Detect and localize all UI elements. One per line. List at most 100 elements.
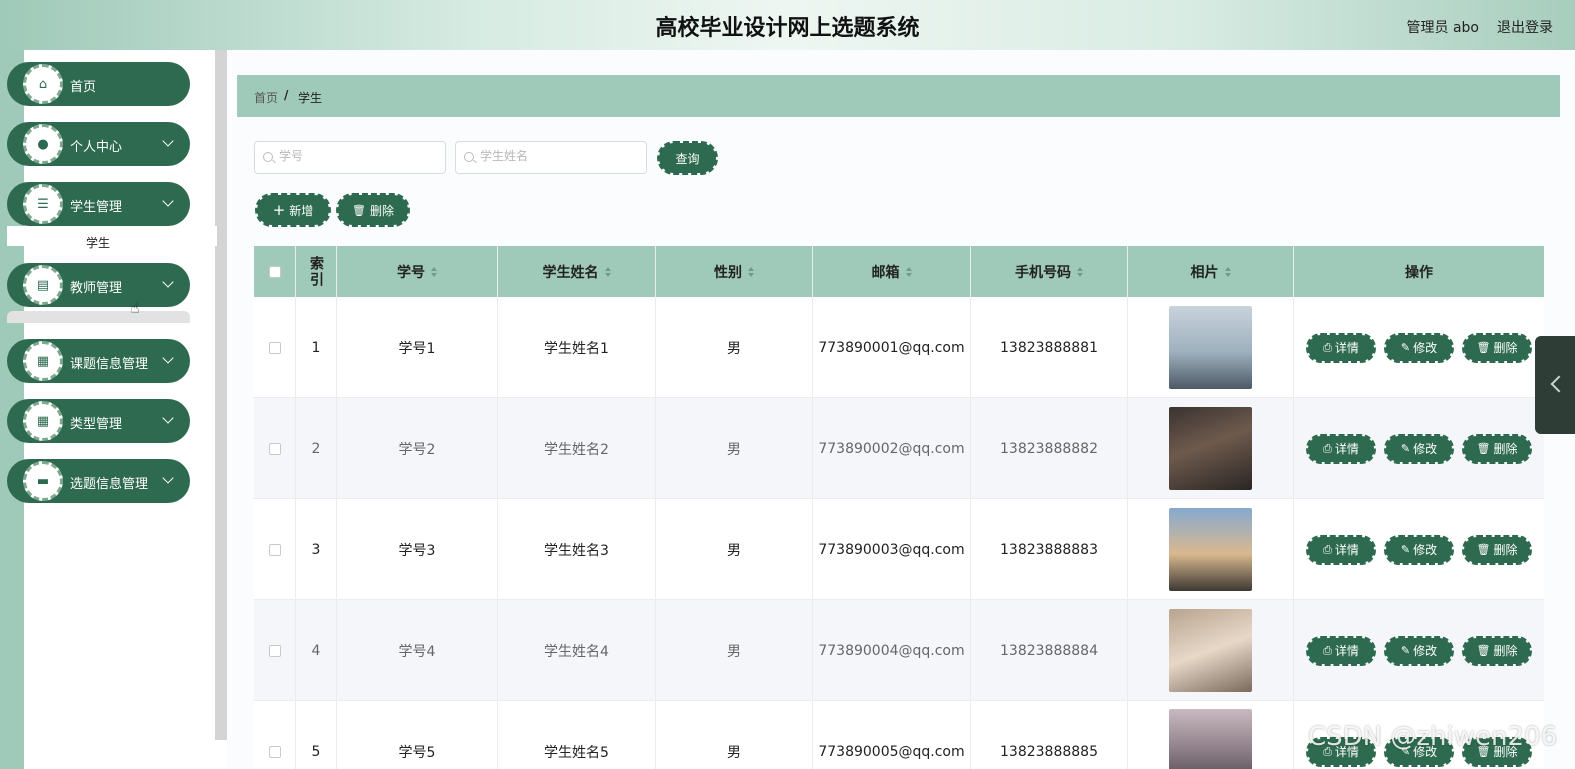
col-gender[interactable]: 性别 <box>656 246 813 297</box>
chevron-down-icon <box>162 472 174 484</box>
col-email[interactable]: 邮箱 <box>813 246 971 297</box>
collapse-handle[interactable] <box>1535 336 1575 434</box>
sidebar-icon-badge: ▦ <box>23 341 63 381</box>
sort-icon[interactable] <box>1077 266 1083 277</box>
col-phone[interactable]: 手机号码 <box>971 246 1128 297</box>
student-photo <box>1169 709 1252 769</box>
row-checkbox[interactable] <box>268 745 281 758</box>
detail-button[interactable]: ⎙ 详情 <box>1306 332 1376 363</box>
col-index: 索引 <box>296 246 337 297</box>
chevron-down-icon <box>162 412 174 424</box>
cell-student-no-value: 学号3 <box>398 542 436 559</box>
sidebar-item[interactable]: ● 个人中心 <box>7 122 190 166</box>
sidebar-item[interactable]: ▦ 类型管理 <box>7 399 190 443</box>
submenu-student[interactable]: 学生 <box>7 226 217 250</box>
current-user: 管理员 abo <box>1406 20 1479 36</box>
actions-cell: ⎙ 详情 ✎ 修改 🗑 删除 <box>1294 398 1544 499</box>
actions-cell: ⎙ 详情 ✎ 修改 🗑 删除 <box>1294 600 1544 701</box>
table-row: 1 学号1 学生姓名1 男 773890001@qq.com 13823888881 ⎙ 详情… <box>254 297 1544 398</box>
edit-button[interactable]: ✎ 修改 <box>1384 332 1454 363</box>
col-student-no-label: 学号 <box>397 264 425 281</box>
document-icon: ⎙ <box>1323 441 1332 455</box>
delete-row-button[interactable]: 🗑 删除 <box>1462 332 1532 363</box>
delete-row-button[interactable]: 🗑 删除 <box>1462 635 1532 666</box>
row-checkbox[interactable] <box>268 341 281 354</box>
cell-phone-value: 13823888882 <box>1000 440 1098 457</box>
select-all-checkbox[interactable] <box>268 265 281 278</box>
col-student-name[interactable]: 学生姓名 <box>498 246 656 297</box>
cell-email: 773890001@qq.com <box>813 297 971 398</box>
photo-cell <box>1128 398 1294 499</box>
cell-phone: 13823888885 <box>971 701 1128 769</box>
table-header: 索引 学号 学生姓名 性别 邮箱 手机号码 相片 操作 <box>254 246 1544 297</box>
cell-phone-value: 13823888885 <box>1000 743 1098 760</box>
trash-icon: 🗑 <box>1476 644 1491 657</box>
sidebar-item[interactable]: ▤ 教师管理 <box>7 263 190 307</box>
actions-cell: ⎙ 详情 ✎ 修改 🗑 删除 <box>1294 499 1544 600</box>
col-photo[interactable]: 相片 <box>1128 246 1294 297</box>
row-checkbox[interactable] <box>268 543 281 556</box>
cell-gender: 男 <box>656 297 813 398</box>
detail-button[interactable]: ⎙ 详情 <box>1306 433 1376 464</box>
edit-button[interactable]: ✎ 修改 <box>1384 635 1454 666</box>
student-name-input[interactable] <box>480 149 640 163</box>
table-row: 2 学号2 学生姓名2 男 773890002@qq.com 13823888882 ⎙ 详情… <box>254 398 1544 499</box>
sidebar-item[interactable]: ▦ 课题信息管理 <box>7 339 190 383</box>
cell-student-no: 学号3 <box>337 499 498 600</box>
photo-cell <box>1128 600 1294 701</box>
sort-icon[interactable] <box>748 266 754 277</box>
search-icon <box>263 152 273 162</box>
student-no-input[interactable] <box>279 149 439 163</box>
query-button[interactable]: 查询 <box>657 141 718 175</box>
delete-label: 删除 <box>369 203 394 218</box>
col-student-no[interactable]: 学号 <box>337 246 498 297</box>
cell-email-value: 773890001@qq.com <box>818 339 965 356</box>
briefcase-icon: ▬ <box>36 473 50 489</box>
row-checkbox[interactable] <box>268 442 281 455</box>
breadcrumb-current: 学生 <box>298 91 323 105</box>
cell-gender-value: 男 <box>727 441 741 458</box>
cell-index: 2 <box>296 398 337 499</box>
cell-name: 学生姓名1 <box>498 297 656 398</box>
clipboard-icon: ▤ <box>36 277 50 293</box>
sidebar-scrollbar[interactable] <box>215 50 227 740</box>
edit-button[interactable]: ✎ 修改 <box>1384 534 1454 565</box>
edit-button[interactable]: ✎ 修改 <box>1384 433 1454 464</box>
row-select-cell <box>254 600 296 701</box>
cell-name: 学生姓名4 <box>498 600 656 701</box>
cell-student-no-value: 学号1 <box>398 340 436 357</box>
breadcrumb-home[interactable]: 首页 <box>254 89 278 106</box>
row-checkbox[interactable] <box>268 644 281 657</box>
cell-phone-value: 13823888883 <box>1000 541 1098 558</box>
delete-row-button[interactable]: 🗑 删除 <box>1462 534 1532 565</box>
detail-button[interactable]: ⎙ 详情 <box>1306 534 1376 565</box>
sidebar-item[interactable]: ⌂ 首页 <box>7 62 190 106</box>
cell-phone: 13823888883 <box>971 499 1128 600</box>
sort-icon[interactable] <box>604 266 611 277</box>
student-photo <box>1169 407 1252 490</box>
logout-link[interactable]: 退出登录 <box>1497 17 1553 37</box>
sidebar-icon-badge: ▤ <box>23 265 63 305</box>
cell-index: 4 <box>296 600 337 701</box>
delete-button[interactable]: 🗑 删除 <box>336 193 410 227</box>
cell-email-value: 773890003@qq.com <box>818 541 965 558</box>
cell-name: 学生姓名3 <box>498 499 656 600</box>
detail-button[interactable]: ⎙ 详情 <box>1306 635 1376 666</box>
sort-icon[interactable] <box>431 266 437 277</box>
top-header: 高校毕业设计网上选题系统 管理员 abo 退出登录 <box>0 0 1575 50</box>
cell-gender: 男 <box>656 398 813 499</box>
sidebar-item[interactable]: ▬ 选题信息管理 <box>7 459 190 503</box>
sort-icon[interactable] <box>1224 266 1231 277</box>
student-no-search[interactable] <box>254 141 446 174</box>
watermark: CSDN @zhiwen206 <box>1308 722 1558 752</box>
add-button[interactable]: + 新增 <box>255 193 331 227</box>
pencil-icon: ✎ <box>1400 442 1411 455</box>
sidebar-item-label: 学生管理 <box>70 200 123 215</box>
cell-index: 3 <box>296 499 337 600</box>
sidebar-item[interactable]: ☰ 学生管理 <box>7 182 190 226</box>
delete-row-button[interactable]: 🗑 删除 <box>1462 433 1532 464</box>
student-name-search[interactable] <box>455 141 647 174</box>
cell-phone-value: 13823888881 <box>1000 339 1098 356</box>
sort-icon[interactable] <box>905 266 912 277</box>
student-photo <box>1169 609 1252 692</box>
